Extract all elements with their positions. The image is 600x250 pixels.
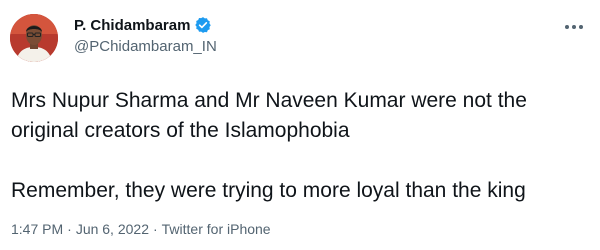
tweet-line-1: Mrs Nupur Sharma and Mr Naveen Kumar wer… [11,89,527,112]
meta-separator: · [67,221,72,237]
tweet-date[interactable]: Jun 6, 2022 [76,221,149,237]
profile-photo-icon [10,14,58,62]
avatar[interactable] [10,14,58,62]
name-row: P. Chidambaram [74,14,217,36]
verified-badge-icon [194,16,212,34]
tweet-line-3: Remember, they were trying to more loyal… [11,179,526,202]
tweet-text: Mrs Nupur Sharma and Mr Naveen Kumar wer… [11,86,591,206]
tweet-source[interactable]: Twitter for iPhone [162,221,271,237]
author-header: P. Chidambaram @PChidambaram_IN [74,14,217,56]
meta-separator: · [152,221,158,237]
tweet-meta: 1:47 PM · Jun 6, 2022 · Twitter for iPho… [11,221,271,237]
tweet: P. Chidambaram @PChidambaram_IN Mrs Nupu… [0,0,600,250]
more-options-icon[interactable] [562,18,586,36]
display-name[interactable]: P. Chidambaram [74,17,190,34]
tweet-line-2: original creators of the Islamophobia [11,119,350,142]
handle[interactable]: @PChidambaram_IN [74,38,217,55]
tweet-time[interactable]: 1:47 PM [11,221,63,237]
